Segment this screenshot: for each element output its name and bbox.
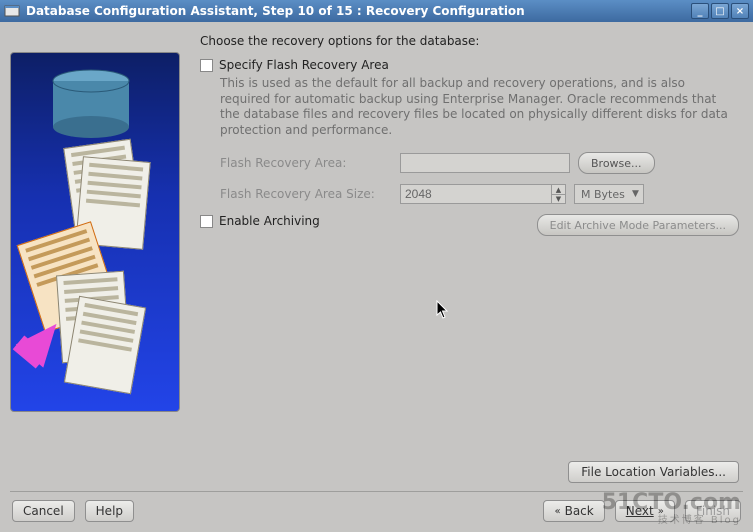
enable-archiving-checkbox[interactable] (200, 215, 213, 228)
flash-size-input[interactable] (401, 185, 551, 203)
spinner-down-icon[interactable]: ▼ (551, 195, 565, 204)
wizard-illustration (10, 52, 180, 412)
flash-area-label: Flash Recovery Area: (220, 156, 400, 170)
wizard-footer: Cancel Help « Back Next » Finish (10, 498, 743, 526)
flash-description: This is used as the default for all back… (220, 76, 739, 138)
chevron-left-icon: « (554, 506, 560, 517)
intro-text: Choose the recovery options for the data… (200, 34, 739, 48)
browse-button[interactable]: Browse... (578, 152, 655, 174)
next-button[interactable]: Next » (615, 500, 675, 522)
help-button[interactable]: Help (85, 500, 134, 522)
window-titlebar: Database Configuration Assistant, Step 1… (0, 0, 753, 22)
window-title: Database Configuration Assistant, Step 1… (26, 4, 691, 18)
enable-archiving-label: Enable Archiving (219, 214, 320, 228)
back-label: Back (565, 504, 594, 518)
chevron-down-icon: ▼ (632, 189, 639, 199)
spinner-up-icon[interactable]: ▲ (551, 185, 565, 195)
specify-flash-checkbox[interactable] (200, 59, 213, 72)
chevron-right-icon: » (658, 506, 664, 517)
edit-archive-button[interactable]: Edit Archive Mode Parameters... (537, 214, 739, 236)
divider (10, 491, 743, 492)
close-button[interactable]: × (731, 3, 749, 19)
flash-size-label: Flash Recovery Area Size: (220, 187, 400, 201)
flash-size-unit-select[interactable]: M Bytes ▼ (574, 184, 644, 204)
flash-area-input[interactable] (400, 153, 570, 173)
file-location-variables-button[interactable]: File Location Variables... (568, 461, 739, 483)
flash-size-unit-label: M Bytes (581, 188, 625, 201)
back-button[interactable]: « Back (543, 500, 604, 522)
specify-flash-label: Specify Flash Recovery Area (219, 58, 389, 72)
cancel-button[interactable]: Cancel (12, 500, 75, 522)
flash-size-spinner[interactable]: ▲ ▼ (400, 184, 566, 204)
next-label: Next (626, 504, 654, 518)
finish-button[interactable]: Finish (685, 500, 741, 522)
maximize-button[interactable]: □ (711, 3, 729, 19)
app-icon (4, 3, 20, 19)
minimize-button[interactable]: _ (691, 3, 709, 19)
content-area: Choose the recovery options for the data… (0, 22, 753, 532)
arrow-icon (15, 313, 75, 373)
options-panel: Choose the recovery options for the data… (180, 30, 743, 457)
